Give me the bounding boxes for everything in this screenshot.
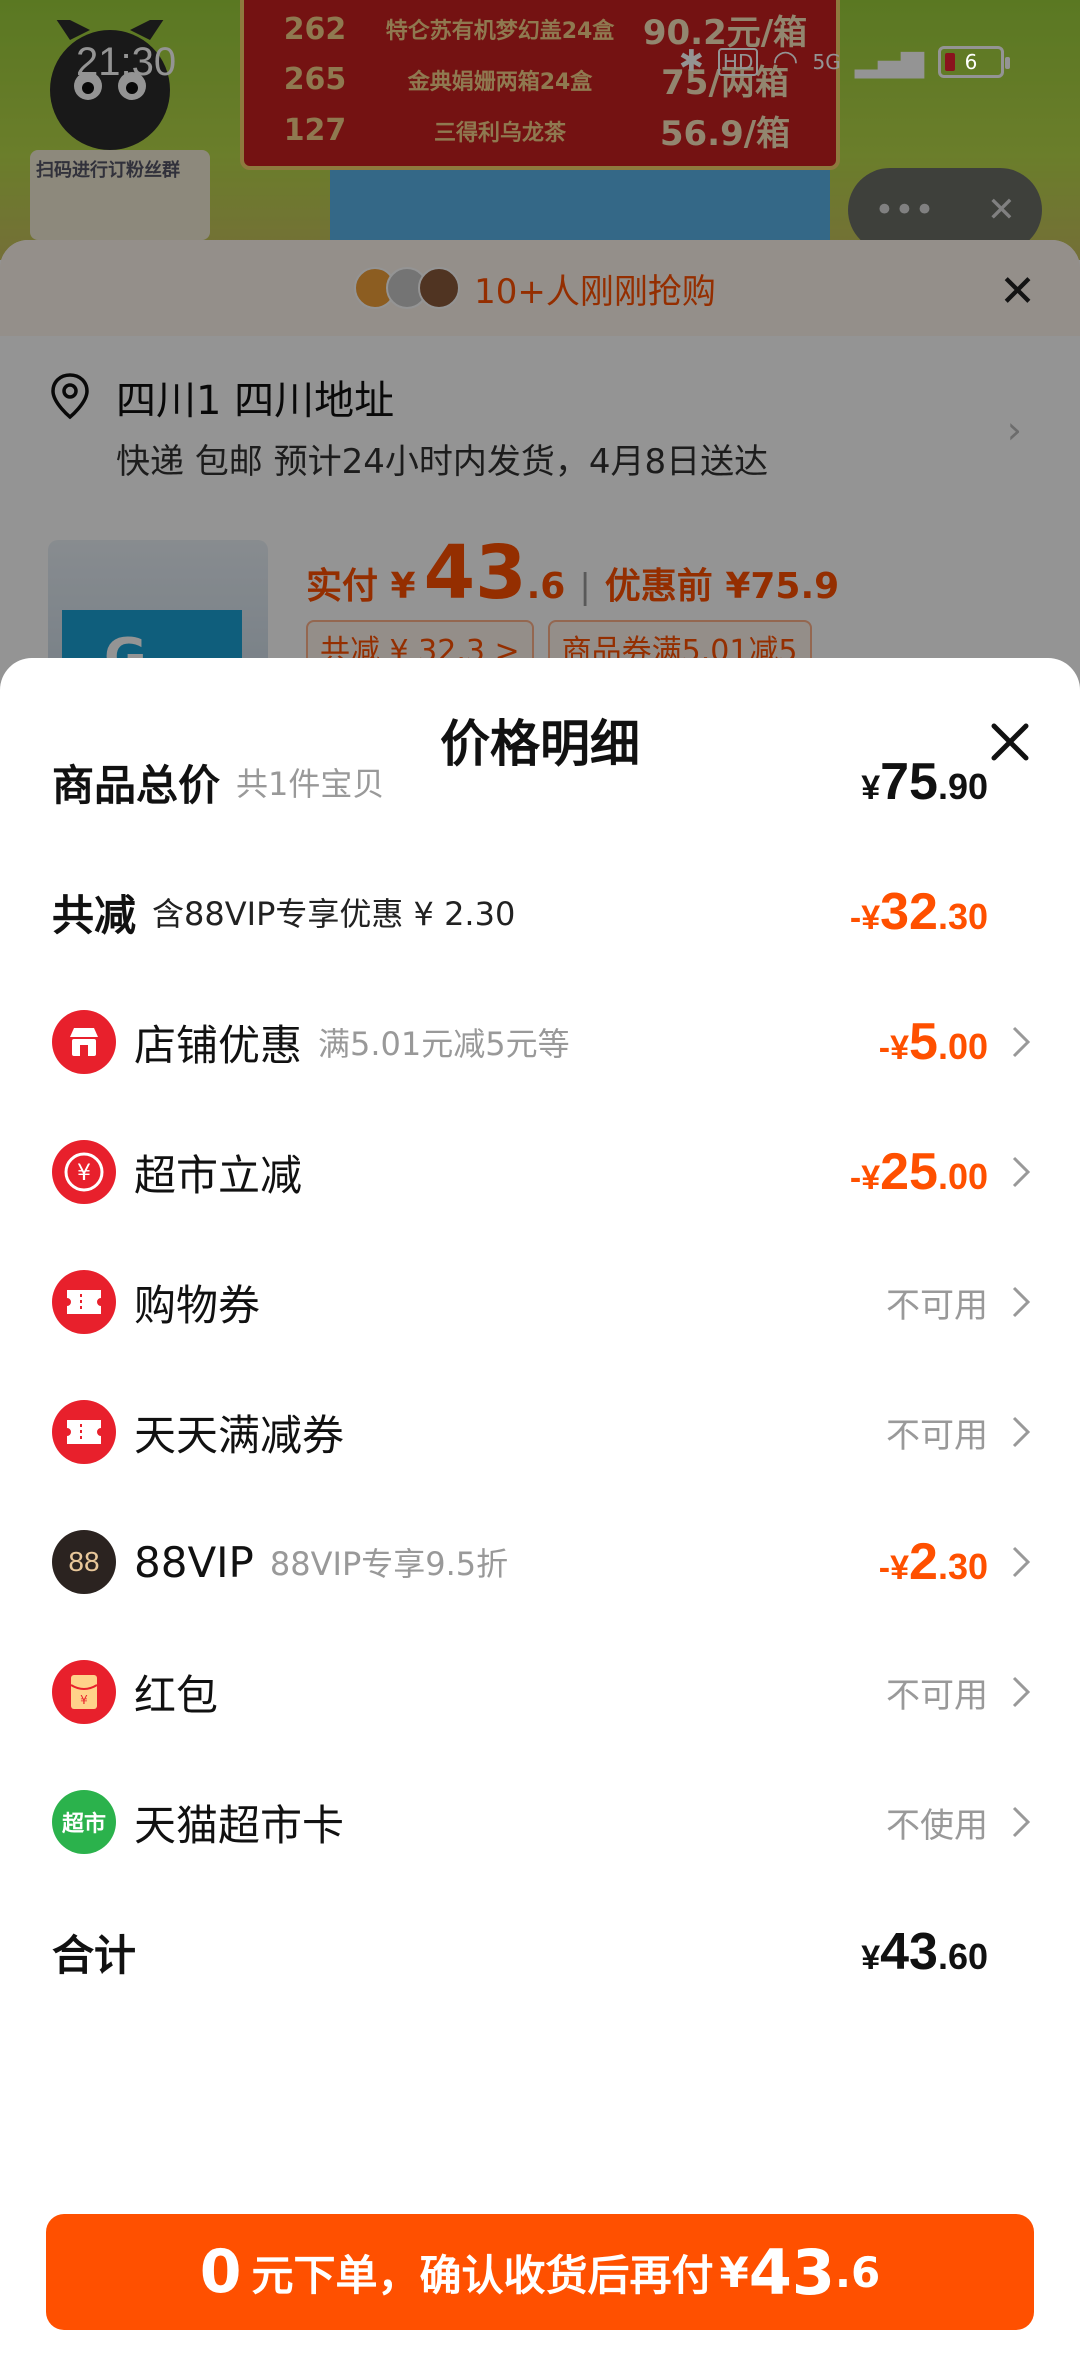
svg-text:¥: ¥ <box>77 1161 91 1186</box>
row-title: 天猫超市卡 <box>134 1800 345 1850</box>
row-sub: 共1件宝贝 <box>236 765 385 803</box>
vip-badge-text: 88 <box>68 1546 100 1577</box>
amount-int: 43 <box>880 1923 938 1981</box>
battery-level: 6 <box>964 49 978 74</box>
chevron-right-icon <box>1012 1676 1031 1708</box>
yen-coin-icon: ¥ <box>52 1140 116 1204</box>
row-status: 不使用 <box>886 1798 1032 1847</box>
currency: -¥ <box>878 1029 910 1067</box>
amount: -¥ 32 .30 <box>850 882 988 942</box>
row-title: 红包 <box>134 1670 219 1720</box>
supermarket-discount-row[interactable]: ¥ 超市立减 -¥ 25 .00 <box>52 1132 1032 1212</box>
cta-decimal: .6 <box>835 2247 881 2297</box>
ticket-icon <box>52 1400 116 1464</box>
row-amount: ¥ 75 .90 <box>861 752 1032 812</box>
vip-badge-icon: 88 <box>52 1530 116 1594</box>
amount-dec: .00 <box>937 1156 988 1197</box>
amount: -¥ 2 .30 <box>879 1532 988 1592</box>
place-order-button[interactable]: 0 元下单，确认收货后再付 ¥ 43 .6 <box>46 2214 1034 2330</box>
amount-int: 75 <box>880 753 938 811</box>
row-status: 不可用 <box>886 1278 1032 1327</box>
cta-currency: ¥ <box>719 2247 749 2297</box>
chevron-right-icon <box>1012 1416 1031 1448</box>
row-amount: -¥ 5 .00 <box>879 1012 1032 1072</box>
row-title: 店铺优惠 <box>134 1020 303 1070</box>
row-amount: -¥ 32 .30 <box>850 882 1032 942</box>
chevron-right-icon <box>1012 1806 1031 1838</box>
goods-total-row: 商品总价 共1件宝贝 ¥ 75 .90 <box>52 742 1032 822</box>
price-detail-panel: 价格明细 商品总价 共1件宝贝 ¥ 75 .90 共减 含88VIP专享优惠 ¥… <box>0 658 1080 2376</box>
amount-dec: .30 <box>937 1546 988 1587</box>
supermarket-card-row[interactable]: 超市 天猫超市卡 不使用 <box>52 1782 1032 1862</box>
chevron-right-icon <box>1012 1026 1031 1058</box>
status-text: 不可用 <box>886 1415 988 1456</box>
row-amount: -¥ 2 .30 <box>879 1532 1032 1592</box>
status-text: 不可用 <box>886 1675 988 1716</box>
red-packet-icon: ¥ <box>52 1660 116 1724</box>
currency: -¥ <box>849 1159 881 1197</box>
amount-dec: .30 <box>937 896 988 937</box>
grand-total-row: 合计 ¥ 43 .60 <box>52 1912 1032 1992</box>
row-sub: 88VIP专享9.5折 <box>269 1545 509 1583</box>
row-amount: -¥ 25 .00 <box>850 1142 1032 1202</box>
row-title: 88VIP <box>134 1537 254 1587</box>
currency: -¥ <box>878 1549 910 1587</box>
chevron-right-icon <box>1012 1156 1031 1188</box>
ticket-icon <box>52 1270 116 1334</box>
row-title: 合计 <box>52 1930 137 1980</box>
status-text: 不可用 <box>886 1285 988 1326</box>
currency: ¥ <box>861 769 881 807</box>
amount-int: 5 <box>909 1013 938 1071</box>
amount: ¥ 75 .90 <box>861 752 988 812</box>
vip-discount-row[interactable]: 88 88VIP 88VIP专享9.5折 -¥ 2 .30 <box>52 1522 1032 1602</box>
amount-dec: .90 <box>937 766 988 807</box>
row-title: 商品总价 <box>52 760 221 810</box>
amount-dec: .60 <box>937 1936 988 1977</box>
row-sub: 满5.01元减5元等 <box>318 1025 570 1063</box>
total-discount-row: 共减 含88VIP专享优惠 ¥ 2.30 -¥ 32 .30 <box>52 872 1032 952</box>
amount-int: 2 <box>909 1533 938 1591</box>
tmall-supermarket-card-icon: 超市 <box>52 1790 116 1854</box>
amount-int: 32 <box>880 883 938 941</box>
row-amount: ¥ 43 .60 <box>861 1922 1032 1982</box>
row-title: 超市立减 <box>134 1150 303 1200</box>
amount: -¥ 5 .00 <box>879 1012 988 1072</box>
row-title: 天天满减券 <box>134 1410 345 1460</box>
store-discount-row[interactable]: 店铺优惠 满5.01元减5元等 -¥ 5 .00 <box>52 1002 1032 1082</box>
daily-coupon-row[interactable]: 天天满减券 不可用 <box>52 1392 1032 1472</box>
amount-int: 25 <box>880 1143 938 1201</box>
amount-dec: .00 <box>937 1026 988 1067</box>
row-status: 不可用 <box>886 1668 1032 1717</box>
row-title: 共减 <box>52 890 137 940</box>
chevron-right-icon <box>1012 1286 1031 1318</box>
cta-text: 元下单，确认收货后再付 <box>251 2250 714 2300</box>
amount: ¥ 43 .60 <box>861 1922 988 1982</box>
card-badge-text: 超市 <box>61 1812 106 1837</box>
row-sub: 含88VIP专享优惠 ¥ 2.30 <box>152 895 516 933</box>
currency: ¥ <box>861 1939 881 1977</box>
cta-zero: 0 <box>199 2237 242 2307</box>
store-icon <box>52 1010 116 1074</box>
chevron-right-icon <box>1012 1546 1031 1578</box>
svg-text:¥: ¥ <box>80 1693 88 1707</box>
row-title: 购物券 <box>134 1280 261 1330</box>
cta-amount: 43 <box>748 2235 836 2309</box>
row-status: 不可用 <box>886 1408 1032 1457</box>
currency: -¥ <box>849 899 881 937</box>
red-packet-row[interactable]: ¥ 红包 不可用 <box>52 1652 1032 1732</box>
amount: -¥ 25 .00 <box>850 1142 988 1202</box>
status-text: 不使用 <box>886 1805 988 1846</box>
shopping-coupon-row[interactable]: 购物券 不可用 <box>52 1262 1032 1342</box>
